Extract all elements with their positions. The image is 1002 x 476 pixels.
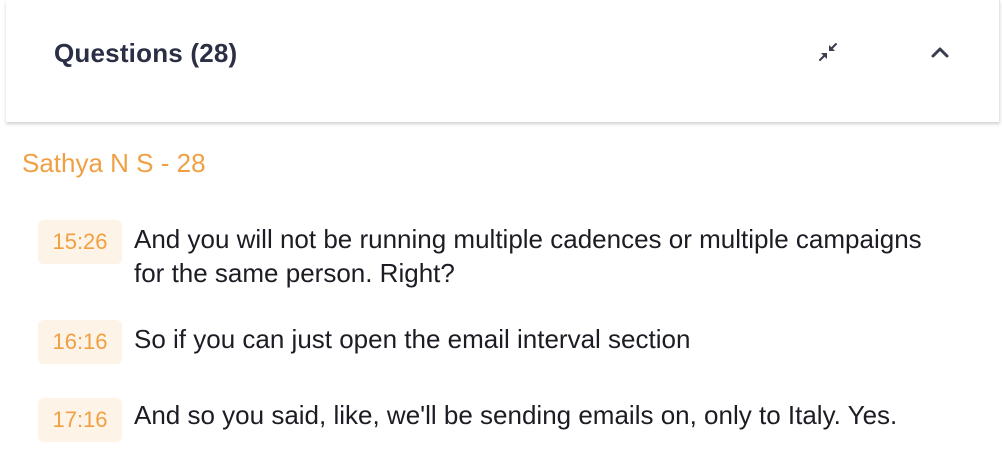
collapse-panel-button[interactable] <box>922 36 958 72</box>
timestamp-button[interactable]: 17:16 <box>38 398 122 442</box>
panel-title: Questions (28) <box>54 38 238 68</box>
chevron-up-icon <box>928 40 952 69</box>
collapse-arrows-button[interactable] <box>810 36 846 72</box>
timestamp-button[interactable]: 15:26 <box>38 220 122 264</box>
question-item: 15:26 And you will not be running multip… <box>38 220 958 290</box>
speaker-group-label: Sathya N S - 28 <box>22 148 206 178</box>
question-text: And so you said, like, we'll be sending … <box>134 400 898 430</box>
timestamp-button[interactable]: 16:16 <box>38 320 122 364</box>
question-item: 17:16 And so you said, like, we'll be se… <box>38 398 958 442</box>
collapse-arrows-icon <box>816 40 840 69</box>
question-item: 16:16 So if you can just open the email … <box>38 320 958 364</box>
question-text: So if you can just open the email interv… <box>134 324 691 354</box>
questions-panel-header: Questions (28) <box>6 0 1000 122</box>
question-text: And you will not be running multiple cad… <box>134 224 922 288</box>
